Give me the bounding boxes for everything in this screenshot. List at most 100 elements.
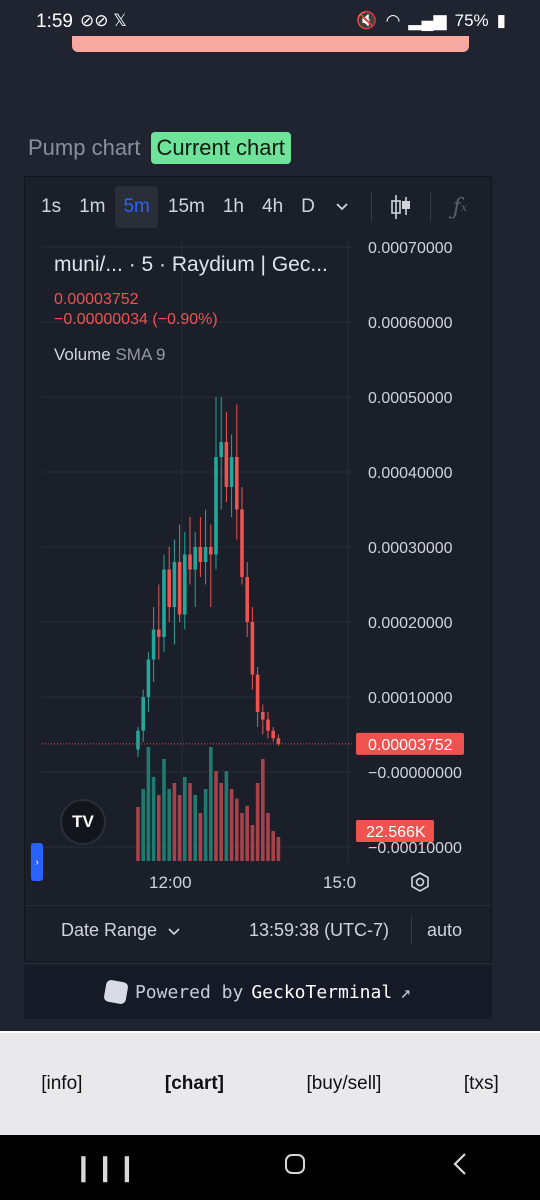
tab-txs[interactable]: [txs] <box>464 1073 499 1095</box>
candle-body <box>177 562 182 615</box>
volume-bar <box>198 813 203 861</box>
chart-plot-area[interactable]: 0.00070000 0.00060000 0.00050000 0.00040000… <box>42 241 480 863</box>
price-tick: 0.00030000 <box>368 540 453 557</box>
timeframe-1h[interactable]: 1h <box>215 186 252 228</box>
recent-apps-icon[interactable]: ❙❙❙ <box>72 1152 137 1183</box>
time-tick: 12:00 <box>149 873 192 892</box>
chart-legend: muni/... · 5 · Raydium | Gec... 0.000037… <box>54 253 354 365</box>
date-range-button[interactable]: Date Range <box>61 920 180 941</box>
candle-body <box>141 697 145 731</box>
legend-price: 0.00003752 <box>54 291 139 308</box>
candle-body <box>245 577 249 622</box>
volume-bar <box>172 783 177 861</box>
symbol-title[interactable]: muni/... · 5 · Raydium | Gec... <box>54 253 354 277</box>
settings-icon[interactable] <box>409 871 431 899</box>
powered-by-link[interactable]: Powered by GeckoTerminal ↗ <box>24 965 492 1019</box>
candlestick-icon[interactable] <box>384 190 418 224</box>
candle-body <box>203 547 208 562</box>
volume-bar <box>276 837 281 861</box>
volume-bar <box>240 813 244 861</box>
toolbar-divider <box>429 192 431 222</box>
volume-sma-label: SMA 9 <box>115 345 166 364</box>
volume-bar <box>141 789 145 861</box>
candle-body <box>167 569 171 607</box>
volume-legend[interactable]: Volume SMA 9 <box>54 345 354 365</box>
volume-bar <box>224 771 229 861</box>
candle-body <box>250 622 255 675</box>
price-tick: 0.00010000 <box>368 690 453 707</box>
chart-toolbar: 1s 1m 5m 15m 1h 4h D ƒx <box>25 177 491 237</box>
chevron-down-icon <box>168 928 180 936</box>
volume-bar <box>266 813 270 861</box>
timeframe-5m[interactable]: 5m <box>115 186 158 228</box>
system-nav-bar: ❙❙❙ <box>0 1135 540 1200</box>
candle-body <box>198 547 203 562</box>
candle-body <box>229 457 234 487</box>
volume-bar <box>250 825 255 861</box>
mute-icon: 🔇 <box>356 11 378 30</box>
time-tick: 15:0 <box>323 873 357 892</box>
volume-bar <box>157 795 161 861</box>
alert-banner[interactable] <box>72 36 469 52</box>
auto-scale-toggle[interactable]: auto <box>427 920 462 941</box>
volume-bar <box>151 777 156 861</box>
chart-widget: 1s 1m 5m 15m 1h 4h D ƒx 0.00070000 0.0006… <box>24 176 492 962</box>
chart-bottom-bar: Date Range 13:59:38 (UTC-7) auto <box>25 905 491 955</box>
price-tick: −0.00000000 <box>368 765 462 782</box>
status-time: 1:59 <box>36 11 73 32</box>
volume-bar <box>229 789 234 861</box>
time-axis[interactable]: 12:00 15:0 <box>25 863 491 903</box>
timeframe-1s[interactable]: 1s <box>33 186 69 228</box>
volume-bar <box>261 759 265 861</box>
pump-chart-button[interactable]: Pump chart <box>28 132 141 164</box>
volume-bar <box>146 747 151 861</box>
price-axis: 0.00070000 0.00060000 0.00050000 0.00040000… <box>368 241 462 857</box>
volume-bar <box>193 795 197 861</box>
timezone-clock[interactable]: 13:59:38 (UTC-7) <box>249 920 389 941</box>
candle-body <box>188 554 192 570</box>
candle-body <box>146 659 151 697</box>
candle-body <box>235 457 239 510</box>
current-chart-button[interactable]: Current chart <box>150 132 291 164</box>
volume-bar <box>188 783 192 861</box>
back-icon[interactable] <box>452 1152 468 1183</box>
price-tick: 0.00070000 <box>368 241 453 257</box>
volume-bar <box>177 795 182 861</box>
volume-bar <box>255 783 260 861</box>
candle-body <box>183 554 187 615</box>
candle-body <box>271 730 275 739</box>
price-tick: −0.00010000 <box>368 840 462 857</box>
timeframe-4h[interactable]: 4h <box>254 186 291 228</box>
chart-toggle: Pump chart Current chart <box>28 132 291 164</box>
candle-body <box>151 629 156 660</box>
battery-icon: ▮ <box>496 11 506 30</box>
candle-body <box>214 457 218 555</box>
home-icon[interactable] <box>283 1152 307 1183</box>
volume-bar <box>214 771 218 861</box>
candles <box>136 397 281 757</box>
volume-bar <box>245 805 249 861</box>
divider <box>411 916 412 944</box>
candle-body <box>136 730 140 750</box>
indicators-icon[interactable]: ƒx <box>443 190 477 224</box>
tab-info[interactable]: [info] <box>41 1073 82 1095</box>
candle-body <box>266 719 270 731</box>
signal-icon: ▂▄▆ <box>408 11 447 30</box>
chevron-down-icon[interactable] <box>325 190 359 224</box>
timeframe-15m[interactable]: 15m <box>160 186 213 228</box>
candle-body <box>209 547 213 555</box>
price-tick: 0.00060000 <box>368 315 453 332</box>
powered-brand: GeckoTerminal <box>251 981 393 1003</box>
volume-bar <box>203 789 208 861</box>
volume-bar <box>167 789 171 861</box>
tab-chart[interactable]: [chart] <box>165 1073 224 1095</box>
volume-bar <box>271 831 275 861</box>
timeframe-d[interactable]: D <box>293 186 323 228</box>
external-link-icon: ↗ <box>400 981 412 1003</box>
tab-buy-sell[interactable]: [buy/sell] <box>306 1073 381 1095</box>
timeframe-1m[interactable]: 1m <box>71 186 113 228</box>
volume-bar <box>162 759 166 861</box>
tradingview-logo[interactable]: TV <box>60 799 106 845</box>
volume-bar <box>235 798 239 861</box>
price-tick: 0.00020000 <box>368 615 453 632</box>
